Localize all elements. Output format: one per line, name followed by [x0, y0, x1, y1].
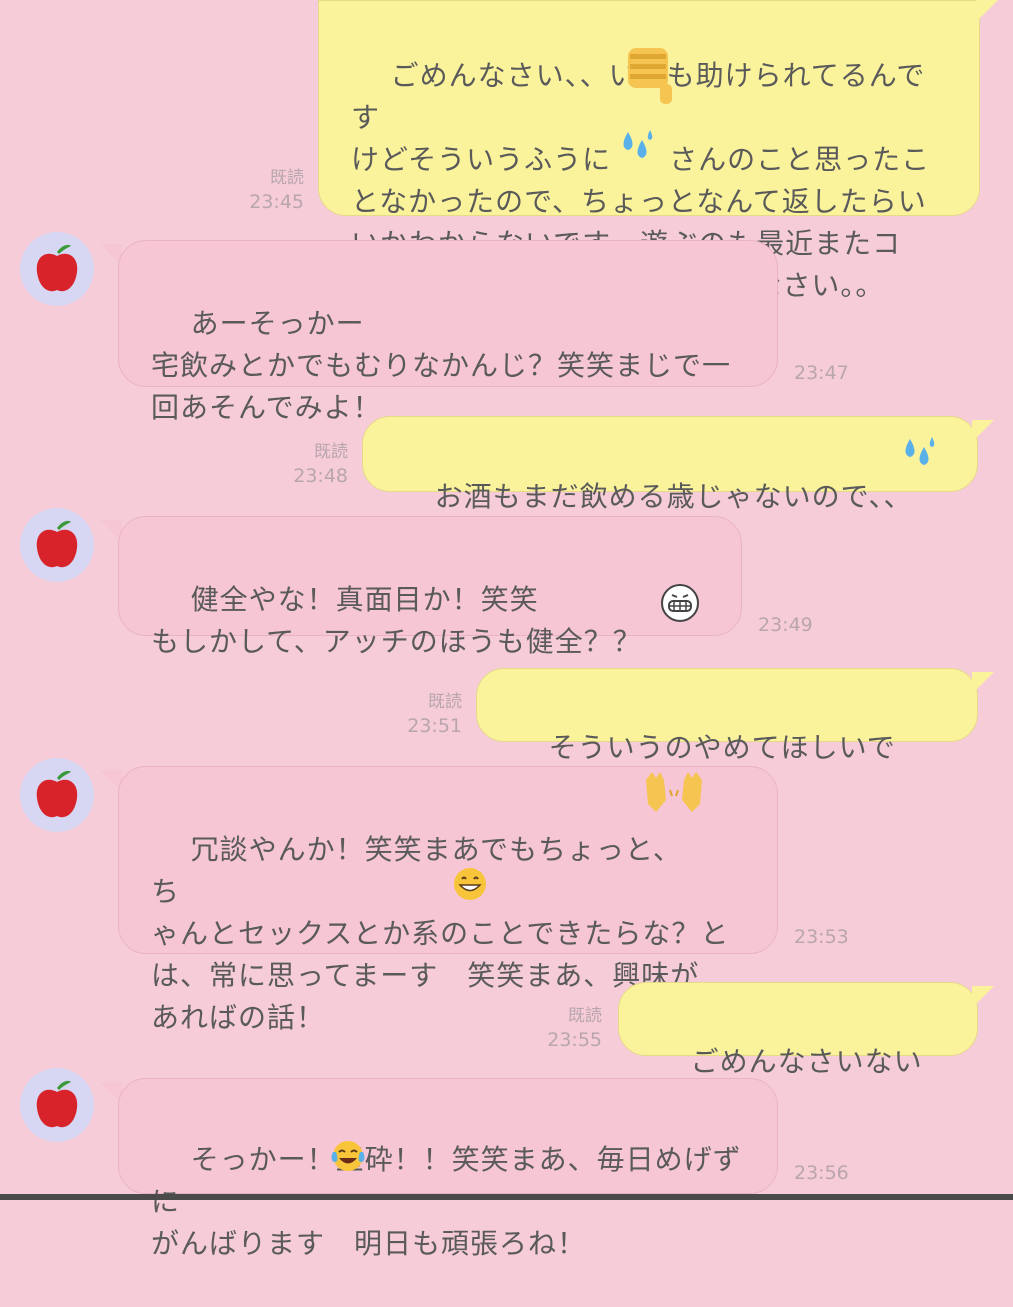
- bubble-tail: [972, 672, 994, 694]
- read-receipt: 既読: [428, 692, 462, 712]
- thumbs-down-emoji-icon: [628, 48, 672, 104]
- sent-message-bubble[interactable]: そういうのやめてほしいです、、: [476, 668, 978, 806]
- message-text: お酒もまだ飲める歳じゃないので、、: [434, 480, 913, 513]
- received-message-bubble[interactable]: あーそっかー 宅飲みとかでもむりなかんじ？笑笑まじで一 回あそんでみよ！: [118, 240, 778, 424]
- contact-avatar[interactable]: [20, 758, 94, 832]
- received-message-bubble[interactable]: 健全やな！真面目か！笑笑 もしかして、アッチのほうも健全？？: [118, 516, 742, 658]
- timestamp: 23:51: [407, 715, 462, 737]
- apple-icon: [36, 1080, 78, 1128]
- sent-message-bubble[interactable]: ごめんなさい、、いつも助けられてるんです けどそういうふうに さんのこと思ったこ…: [318, 0, 980, 302]
- message-text: 健全やな！真面目か！笑笑 もしかして、アッチのほうも健全？？: [151, 583, 642, 658]
- sweat-droplets-emoji-icon: [623, 130, 653, 158]
- timestamp: 23:53: [794, 926, 849, 948]
- read-receipt: 既読: [568, 1006, 602, 1026]
- apple-icon: [36, 244, 78, 292]
- timestamp: 23:47: [794, 362, 849, 384]
- bottom-edge: [0, 1194, 1013, 1200]
- message-text: そっかー！玉砕！！笑笑まあ、毎日めげずに がんばります 明日も頑張ろね！: [151, 1143, 742, 1260]
- timestamp: 23:48: [293, 465, 348, 487]
- contact-avatar[interactable]: [20, 1068, 94, 1142]
- bubble-tail: [972, 420, 994, 442]
- raised-hands-emoji-icon: [646, 772, 702, 812]
- grimacing-face-emoji-icon: [661, 584, 699, 622]
- apple-icon: [36, 770, 78, 818]
- tears-of-joy-emoji-icon: [331, 1141, 365, 1171]
- sent-message-bubble[interactable]: お酒もまだ飲める歳じゃないので、、: [362, 416, 978, 513]
- timestamp: 23:49: [758, 614, 813, 636]
- sweat-droplets-emoji-icon: [905, 437, 935, 465]
- read-receipt: 既読: [314, 442, 348, 462]
- chat-thread: ごめんなさい、、いつも助けられてるんです けどそういうふうに さんのこと思ったこ…: [0, 0, 1013, 1260]
- received-message-bubble[interactable]: そっかー！玉砕！！笑笑まあ、毎日めげずに がんばります 明日も頑張ろね！: [118, 1078, 778, 1260]
- message-meta: 既読 23:48: [282, 440, 348, 488]
- message-meta: 既読 23:55: [536, 1004, 602, 1052]
- bubble-tail: [972, 986, 994, 1008]
- bubble-tail: [976, 0, 998, 22]
- timestamp: 23:55: [547, 1029, 602, 1051]
- contact-avatar[interactable]: [20, 232, 94, 306]
- message-meta: 既読 23:51: [396, 690, 462, 738]
- timestamp: 23:45: [249, 191, 304, 213]
- contact-avatar[interactable]: [20, 508, 94, 582]
- apple-icon: [36, 520, 78, 568]
- message-meta: 既読 23:45: [238, 166, 304, 214]
- timestamp: 23:56: [794, 1162, 849, 1184]
- sent-message-bubble[interactable]: ごめんなさいないです: [618, 982, 978, 1120]
- message-text: あーそっかー 宅飲みとかでもむりなかんじ？笑笑まじで一 回あそんでみよ！: [151, 307, 732, 424]
- read-receipt: 既読: [270, 168, 304, 188]
- grinning-face-emoji-icon: [454, 868, 486, 900]
